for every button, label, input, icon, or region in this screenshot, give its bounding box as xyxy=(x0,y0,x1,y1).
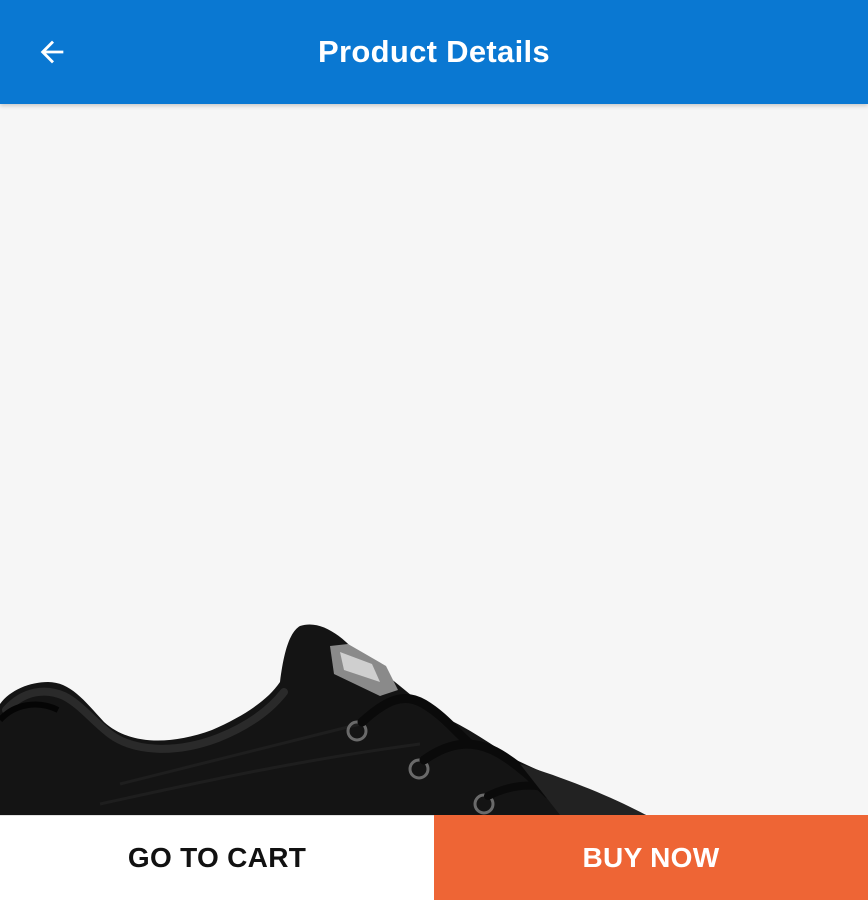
go-to-cart-button[interactable]: GO TO CART xyxy=(0,815,434,900)
product-image-area xyxy=(0,104,868,815)
arrow-left-icon xyxy=(35,35,69,69)
back-button[interactable] xyxy=(22,22,82,82)
action-bar: GO TO CART BUY NOW xyxy=(0,815,868,900)
buy-now-button[interactable]: BUY NOW xyxy=(434,815,868,900)
app-bar: Product Details xyxy=(0,0,868,104)
page-title: Product Details xyxy=(318,34,550,69)
sneaker-image xyxy=(0,624,646,815)
